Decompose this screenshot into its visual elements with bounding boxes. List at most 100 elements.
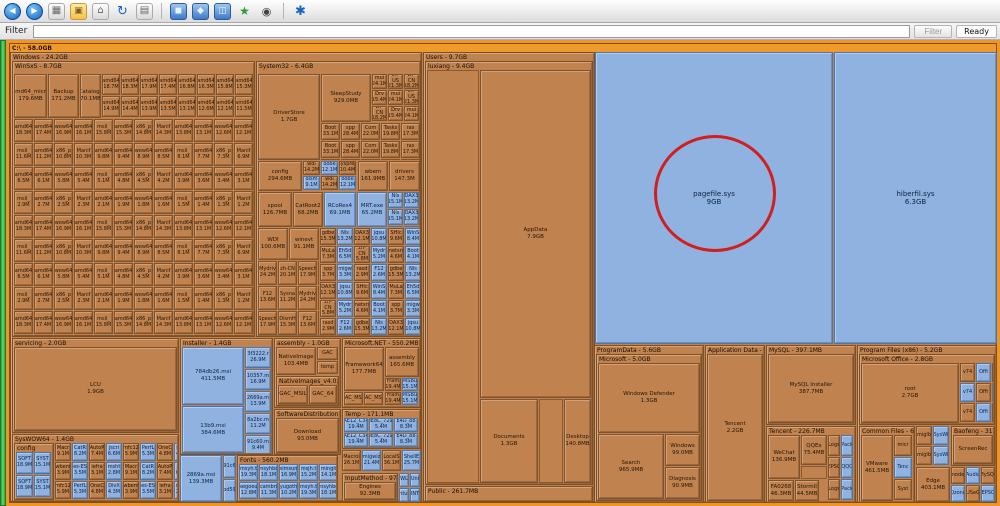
folder-cell[interactable]: zh-CN18.2M (404, 74, 419, 89)
folder-cell[interactable]: amd6414.4M (121, 96, 139, 117)
folder-appdata-tencent[interactable]: Tencent2.2GB (707, 354, 763, 501)
folder-cell[interactable]: ras17.3M (401, 123, 420, 140)
folder-block[interactable]: assembly165.6MB (385, 347, 419, 377)
folder-cell[interactable]: amd641.6M (154, 287, 173, 310)
folder-cell[interactable]: Boot33.1M (321, 123, 340, 140)
file-cell[interactable]: DivX4.3M (174, 443, 177, 461)
file-cell[interactable]: msyhbd18.1M (259, 464, 278, 481)
folder-cell[interactable]: Fram19.4M (385, 378, 401, 391)
folder-cell[interactable]: Manif10.3M (74, 143, 93, 166)
folder-block[interactable]: WDI100.6MB (258, 228, 288, 260)
file-cell[interactable]: es-ES3.5M (72, 462, 88, 480)
folder-cell[interactable]: DismH15.3M (318, 261, 319, 285)
file-cell[interactable]: Nls15.1M (388, 209, 403, 225)
folder-cell[interactable]: x86_p7.3M (214, 335, 233, 336)
folder-cell[interactable]: Macr9.1M (55, 443, 71, 461)
folder-block[interactable]: StormII44.5MB (795, 480, 819, 501)
file-cell[interactable]: AE12_C3419.4M (344, 433, 368, 447)
folder-cell[interactable]: amd641.9M (114, 287, 133, 310)
folder-cell[interactable]: amd6415.3M (235, 74, 253, 95)
folder-cell[interactable]: iefra3.1M (89, 462, 105, 480)
folder-cell[interactable]: amd646.1M (34, 263, 53, 286)
file-cell[interactable]: msht2.8M (174, 481, 177, 499)
file-cell[interactable]: CatR8.2M (140, 462, 156, 480)
binoculars-icon[interactable]: ◉ (258, 3, 275, 20)
file-grid[interactable]: msyh.t19.3Mmsyhbd18.1Msimsun16.9Mmsjh.t1… (239, 464, 336, 500)
folder-cell[interactable]: amd649.8M (94, 239, 113, 262)
folder-cell[interactable]: amd6418.3M (121, 74, 139, 95)
folder-cell[interactable]: amd6413.9M (140, 96, 158, 117)
folder-cell[interactable]: wow648.9M (134, 143, 153, 166)
folder-cell[interactable]: amd6417.4M (34, 311, 53, 334)
file-cell[interactable]: oobe12.1M (339, 176, 356, 190)
folder-cell[interactable]: F1213.6M (298, 311, 317, 335)
file-grid[interactable]: GACtemp (317, 347, 339, 375)
folder-cell[interactable]: Macroi26.1M (342, 450, 361, 471)
views-icon[interactable]: ▦ (48, 3, 65, 20)
folder-cell[interactable]: amd6413.1M (194, 311, 213, 334)
file-cell[interactable]: 91c6 (223, 455, 236, 478)
file-cell[interactable]: Nls13.2M (337, 228, 353, 245)
snapshot-icon[interactable]: ▤ (136, 3, 153, 20)
file-cell[interactable]: MSBu15.1M (402, 378, 418, 391)
folder-block[interactable]: winevt91.1MB (289, 228, 319, 260)
folder-cell[interactable]: Offi (976, 383, 991, 402)
folder-block[interactable]: amd64_micro179.6MB (14, 74, 47, 118)
folder-cell[interactable]: Sysprep10.4M (339, 161, 356, 175)
folder-cell[interactable]: amd643.9M (174, 263, 193, 286)
folder-cell[interactable]: OneC4.8M (89, 481, 105, 499)
folder-block[interactable]: SleepStudy929.0MB (321, 74, 371, 122)
folder-cell[interactable]: amd6418.3M (14, 119, 33, 142)
file-cell[interactable]: Mydr5.2M (371, 246, 387, 263)
folder-cell[interactable]: amd6418.7M (102, 74, 120, 95)
file-cell[interactable]: segoeu12.8M (239, 482, 258, 499)
folder-cell[interactable]: Boot33.1M (321, 141, 340, 158)
folder-cell[interactable]: amd6416.3M (197, 74, 215, 95)
folder-cell[interactable]: en-US21.3M (388, 74, 403, 89)
folder-cell[interactable]: amd641.9M (114, 191, 133, 214)
file-block[interactable]: 13b9.msi384.6MB (182, 406, 244, 453)
file-cell[interactable]: IE8C_7295.4M (369, 433, 393, 447)
folder-cell[interactable]: msil_15.8M (94, 119, 113, 142)
file-cell[interactable]: DAX313.2M (404, 192, 419, 208)
folder-cell[interactable]: amd643.6M (194, 263, 213, 286)
folder-cell[interactable]: gdbe15.3M (354, 318, 370, 335)
file-cell[interactable]: Offi (976, 363, 991, 382)
folder-cell[interactable]: mfc125.9M (123, 443, 139, 461)
folder-cell[interactable]: Manif14.3M (154, 215, 173, 238)
folder-cell[interactable]: Manif4.2M (154, 263, 173, 286)
folder-cell[interactable]: msil_1.5M (174, 191, 193, 214)
folder-cell[interactable]: Boot33.1M (321, 159, 340, 160)
folder-cell[interactable]: x86_p7.3M (214, 239, 233, 262)
folder-cell[interactable]: amd6418.3M (14, 311, 33, 334)
folder-cell[interactable]: x86_p2.5M (54, 191, 73, 214)
file-grid[interactable]: Nls15.1MDAX313.2MNls15.1MDAX313.2MNls15.… (388, 192, 420, 227)
folder-cell[interactable]: x86_p1.3M (214, 191, 233, 214)
folder-cell[interactable]: Fram19.4M (385, 392, 401, 405)
file-cell[interactable]: SYST15.1M (34, 452, 51, 474)
file-grid[interactable]: Boot33.1Mspp28.4MCom22.0MTasks19.8Mras17… (321, 123, 420, 160)
folder-cell[interactable]: Drv15.4M (388, 106, 403, 121)
folder-cell[interactable]: amd648.5M (154, 143, 173, 166)
file-cell[interactable]: PerfL5.3M (72, 481, 88, 499)
file-cell[interactable]: AE12_C3419.4M (344, 418, 368, 432)
file-cell[interactable]: 8a2bc.m11.2M (245, 413, 271, 434)
folder-cell[interactable]: en-US21.3M (404, 90, 419, 105)
folder-cell[interactable]: mui24.1M (388, 90, 403, 105)
folder-cell[interactable]: amd648.5M (154, 335, 173, 336)
file-cell[interactable]: SOFT18.9M (16, 452, 33, 474)
folder-cell[interactable]: amd6416.1M (74, 311, 93, 334)
detail-view-icon[interactable]: ◆ (192, 3, 209, 20)
folder-cell[interactable]: amd6413.5M (159, 96, 177, 117)
folder-cell[interactable]: amd646.1M (34, 167, 53, 190)
folder-cell[interactable]: amd6416.1M (74, 215, 93, 238)
folder-cell[interactable]: amd649.8M (94, 335, 113, 336)
folder-block[interactable]: ScreenRec (953, 435, 993, 464)
folder-block[interactable]: wbem161.9MB (358, 161, 388, 191)
folder-cell[interactable]: GAC (317, 347, 338, 360)
file-cell[interactable]: SysWl (933, 446, 949, 465)
folder-cell[interactable]: amd6417.4M (34, 215, 53, 238)
folder-cell[interactable]: gdbe15.3M (320, 228, 336, 245)
file-cell[interactable]: Mydr5.2M (337, 300, 353, 317)
folder-cell[interactable]: spp28.4M (341, 123, 360, 140)
